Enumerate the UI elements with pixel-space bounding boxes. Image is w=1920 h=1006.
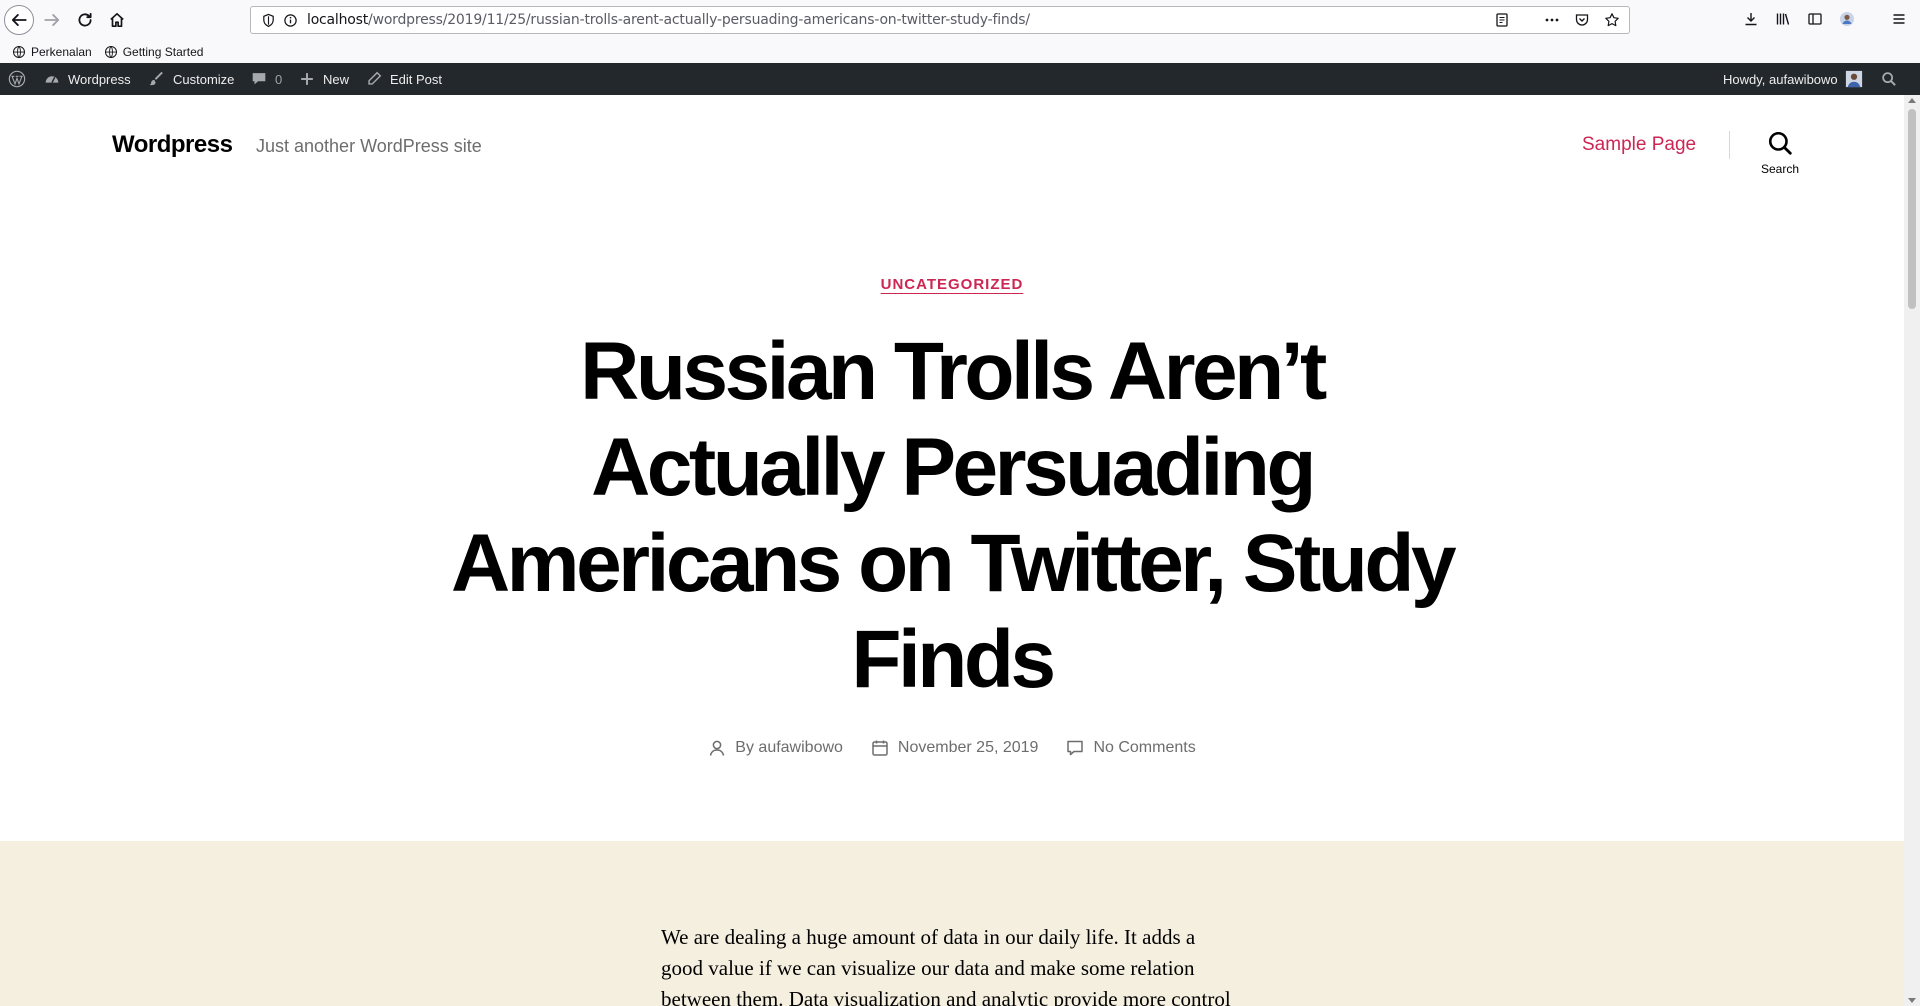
bookmark-label: Getting Started	[122, 44, 204, 59]
reload-button[interactable]	[69, 4, 101, 36]
pocket-icon[interactable]	[1573, 11, 1591, 29]
new-label: New	[323, 71, 350, 87]
customize-label: Customize	[173, 71, 235, 87]
customize-link[interactable]: Customize	[148, 63, 234, 95]
pencil-icon	[368, 71, 382, 85]
home-icon	[110, 12, 124, 28]
post-author[interactable]: By aufawibowo	[708, 739, 843, 757]
wp-logo-button[interactable]	[8, 63, 26, 95]
url-bar[interactable]: localhost/wordpress/2019/11/25/russian-t…	[250, 6, 1630, 34]
comment-icon	[1067, 740, 1084, 756]
paintbrush-icon	[149, 71, 163, 86]
arrow-left-icon	[11, 14, 27, 26]
reload-icon	[78, 12, 92, 27]
url-host: localhost	[307, 12, 369, 28]
comments-link[interactable]: 0	[250, 63, 282, 95]
scroll-up-arrow[interactable]	[1908, 98, 1916, 103]
category-link[interactable]: UNCATEGORIZED	[881, 276, 1024, 293]
back-button[interactable]	[4, 5, 34, 35]
shield-icon[interactable]	[259, 11, 277, 29]
avatar-icon	[1845, 70, 1862, 88]
browser-toolbar: localhost/wordpress/2019/11/25/russian-t…	[0, 0, 1920, 40]
search-icon	[1882, 72, 1896, 86]
post-date[interactable]: November 25, 2019	[871, 739, 1039, 757]
forward-button[interactable]	[36, 4, 68, 36]
bookmark-label: Perkenalan	[31, 44, 92, 59]
more-actions-icon[interactable]	[1543, 11, 1561, 29]
menu-icon[interactable]	[1890, 10, 1908, 28]
arrow-right-icon	[44, 14, 60, 26]
post-title: Russian Trolls Aren’t Actually Persuadin…	[450, 326, 1457, 705]
edit-post-label: Edit Post	[390, 71, 443, 87]
comments-link: No Comments	[1093, 739, 1196, 756]
nav-item-sample-page[interactable]: Sample Page	[1582, 134, 1696, 156]
admin-search-button[interactable]	[1880, 63, 1898, 95]
downloads-icon[interactable]	[1742, 10, 1760, 28]
url-text[interactable]: localhost/wordpress/2019/11/25/russian-t…	[307, 12, 1030, 28]
scroll-thumb[interactable]	[1908, 109, 1916, 309]
search-icon	[1768, 131, 1792, 155]
my-account-link[interactable]: Howdy, aufawibowo	[1723, 63, 1863, 95]
post-meta: By aufawibowo November 25, 2019 No Comme…	[0, 739, 1904, 757]
edit-post-link[interactable]: Edit Post	[365, 63, 442, 95]
url-path: /wordpress/2019/11/25/russian-trolls-are…	[368, 12, 1030, 28]
site-title[interactable]: Wordpress	[112, 131, 233, 159]
info-icon[interactable]	[281, 11, 299, 29]
bookmark-perkenalan[interactable]: Perkenalan	[12, 45, 92, 59]
wp-admin-bar: Wordpress Customize 0 New Edit Post Howd…	[0, 63, 1920, 95]
dashboard-icon	[45, 76, 59, 83]
post-paragraph: We are dealing a huge amount of data in …	[661, 925, 1231, 1006]
sidebar-icon[interactable]	[1806, 10, 1824, 28]
entry-categories: UNCATEGORIZED	[0, 276, 1904, 294]
page-scrollbar[interactable]	[1904, 95, 1920, 1006]
comments-count: 0	[275, 71, 283, 87]
calendar-icon	[872, 740, 888, 756]
admin-site-name-link[interactable]: Wordpress	[43, 63, 131, 95]
bookmark-getting-started[interactable]: Getting Started	[104, 44, 204, 59]
search-label: Search	[1760, 162, 1800, 176]
comment-bubble-icon	[252, 73, 266, 85]
search-toggle-button[interactable]: Search	[1754, 130, 1806, 176]
bookmark-star-icon[interactable]	[1603, 11, 1621, 29]
globe-icon	[13, 45, 25, 58]
home-button[interactable]	[101, 4, 133, 36]
scroll-down-arrow[interactable]	[1908, 998, 1916, 1003]
wordpress-logo-icon	[8, 70, 26, 88]
howdy-label: Howdy, aufawibowo	[1723, 71, 1838, 87]
bookmarks-toolbar: Perkenalan Getting Started	[0, 40, 1920, 63]
header-divider	[1729, 131, 1730, 159]
post-comments[interactable]: No Comments	[1066, 739, 1196, 757]
plus-icon	[301, 73, 313, 85]
library-icon[interactable]	[1774, 10, 1792, 28]
account-icon[interactable]	[1838, 10, 1856, 28]
date-link: November 25, 2019	[897, 739, 1039, 756]
site-description: Just another WordPress site	[256, 136, 482, 156]
author-link: By aufawibowo	[735, 739, 843, 756]
globe-icon	[104, 45, 117, 58]
reader-view-icon[interactable]	[1493, 11, 1511, 29]
user-icon	[710, 740, 725, 756]
admin-site-name: Wordpress	[68, 71, 131, 87]
new-content-link[interactable]: New	[298, 63, 349, 95]
